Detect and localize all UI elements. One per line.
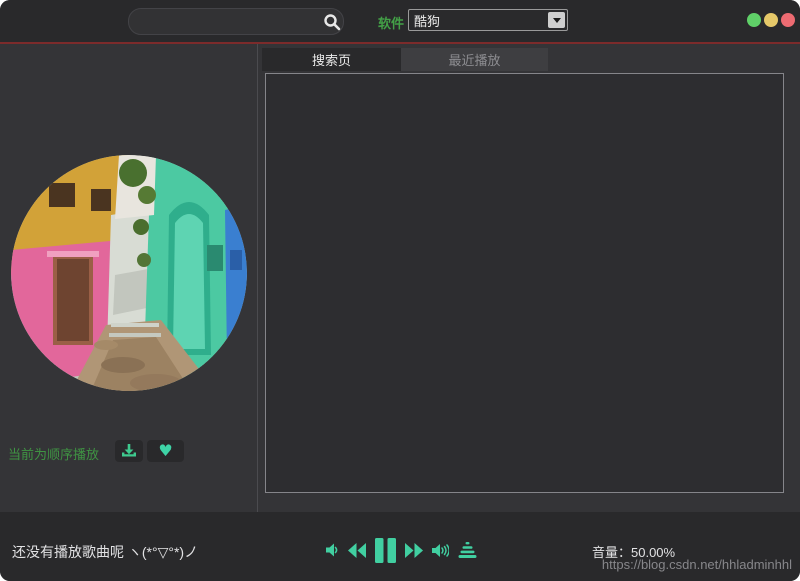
favorite-button[interactable]: ♥ — [147, 440, 184, 462]
search-results-panel — [265, 73, 784, 493]
music-player-window: 软件 酷狗 — [0, 0, 800, 581]
pause-button[interactable] — [375, 538, 396, 563]
green-dot-button[interactable] — [747, 13, 761, 27]
tab-recently-played[interactable]: 最近播放 — [401, 48, 548, 71]
search-icon[interactable] — [323, 13, 341, 31]
download-button[interactable] — [115, 440, 143, 462]
fast-forward-icon — [405, 543, 423, 558]
equalizer-button[interactable] — [458, 542, 477, 559]
software-select-value: 酷狗 — [409, 11, 548, 30]
top-bar: 软件 酷狗 — [0, 0, 800, 42]
main-area: 当前为顺序播放 ♥ 搜索页 最近播放 — [0, 44, 800, 512]
rewind-button[interactable] — [348, 543, 366, 558]
album-art — [11, 155, 247, 391]
volume-down-icon — [326, 543, 339, 557]
now-playing-status: 还没有播放歌曲呢 ヽ(*°▽°*)ノ — [12, 542, 198, 562]
software-select[interactable]: 酷狗 — [408, 9, 568, 31]
search-box[interactable] — [128, 8, 344, 35]
software-label: 软件 — [378, 13, 404, 32]
download-icon — [121, 444, 137, 459]
heart-icon: ♥ — [158, 443, 172, 459]
tab-bar: 搜索页 最近播放 — [262, 48, 548, 71]
search-input[interactable] — [129, 14, 323, 29]
tab-search-page[interactable]: 搜索页 — [262, 48, 401, 71]
red-dot-button[interactable] — [781, 13, 795, 27]
rewind-icon — [348, 543, 366, 558]
volume-down-button[interactable] — [326, 543, 339, 557]
play-mode-text: 当前为顺序播放 — [8, 444, 99, 463]
volume-up-button[interactable] — [432, 543, 449, 558]
chevron-down-icon[interactable] — [548, 12, 565, 28]
yellow-dot-button[interactable] — [764, 13, 778, 27]
pause-icon — [375, 538, 396, 563]
fast-forward-button[interactable] — [405, 543, 423, 558]
window-buttons — [747, 13, 795, 27]
equalizer-icon — [458, 542, 477, 559]
watermark-text: https://blog.csdn.net/hhladminhhl — [602, 557, 792, 572]
playback-controls — [326, 535, 477, 565]
volume-up-icon — [432, 543, 449, 558]
player-bar: 还没有播放歌曲呢 ヽ(*°▽°*)ノ — [0, 512, 800, 581]
panel-divider — [257, 44, 258, 512]
